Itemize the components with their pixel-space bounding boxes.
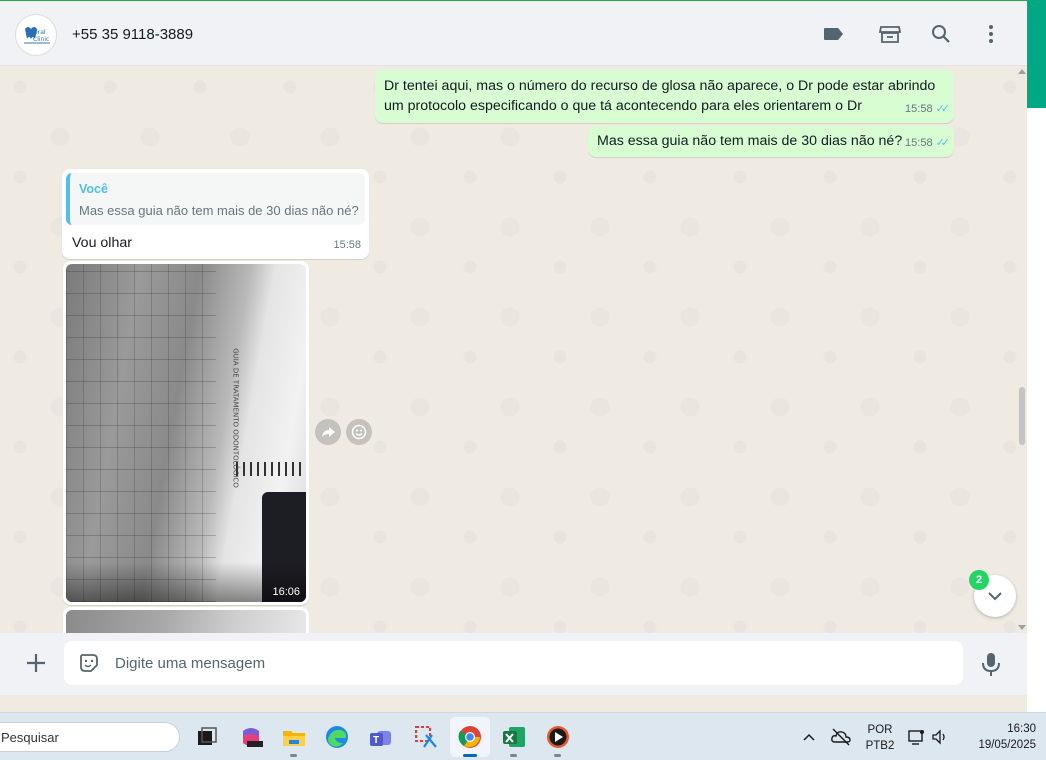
message-time: 15:58: [905, 137, 933, 149]
catalog-icon[interactable]: [878, 22, 902, 46]
avatar[interactable]: Oral Clinic: [15, 14, 57, 56]
message-input-placeholder[interactable]: Digite uma mensagem: [115, 655, 265, 672]
react-button[interactable]: [346, 419, 372, 445]
label-icon[interactable]: [821, 22, 845, 46]
message-text: um protocolo especificando o que tá acon…: [384, 98, 862, 114]
svg-text:T: T: [373, 735, 379, 746]
read-ticks-icon: ✓✓: [935, 103, 951, 115]
message-composer: Digite uma mensagem: [0, 633, 1027, 695]
forward-icon: [322, 427, 335, 437]
clock-date[interactable]: 19/05/2025: [958, 739, 1036, 751]
message-outgoing[interactable]: Dr tentei aqui, mas o número do recurso …: [375, 70, 954, 123]
message-outgoing[interactable]: Mas essa guia não tem mais de 30 dias nã…: [588, 126, 954, 157]
windows-taskbar: Pesquisar T POR PTB2 16:30 19/05/2025: [0, 712, 1046, 760]
task-view-icon[interactable]: [193, 723, 221, 751]
message-time: 15:58: [333, 239, 361, 251]
app-running-indicator: [510, 754, 517, 757]
read-ticks-icon: ✓✓: [935, 137, 951, 149]
message-meta: 15:58: [333, 236, 361, 255]
emoji-icon: [351, 424, 367, 440]
file-explorer-icon[interactable]: [280, 723, 308, 751]
microphone-icon: [982, 653, 1000, 676]
snipping-tool-icon[interactable]: [412, 723, 440, 751]
sticker-icon: [80, 654, 98, 672]
contact-name[interactable]: +55 35 9118-3889: [72, 26, 193, 43]
scroll-up-arrow-icon[interactable]: [1018, 69, 1026, 74]
app-running-indicator: [554, 754, 561, 757]
message-time: 16:06: [272, 586, 300, 598]
message-meta: 15:58 ✓✓: [905, 100, 951, 119]
show-hidden-icons-icon[interactable]: [799, 727, 819, 747]
teams-icon[interactable]: T: [367, 723, 395, 751]
message-text: Dr tentei aqui, mas o número do recurso …: [384, 78, 936, 94]
menu-icon[interactable]: [979, 22, 1003, 46]
message-text: Mas essa guia não tem mais de 30 dias nã…: [597, 133, 903, 149]
image-thumbnail[interactable]: [66, 610, 306, 633]
volume-icon[interactable]: [930, 727, 950, 747]
search-icon[interactable]: [929, 22, 953, 46]
keyboard-layout-indicator[interactable]: PTB2: [860, 740, 900, 752]
attach-button[interactable]: [24, 651, 48, 675]
whatsapp-window: Oral Clinic +55 35 9118-3889 Dr tentei a…: [0, 0, 1027, 695]
document-lines: [66, 264, 216, 602]
forward-button[interactable]: [315, 419, 341, 445]
chat-scrollbar[interactable]: [1016, 67, 1027, 633]
plus-icon: [27, 654, 45, 672]
message-list[interactable]: Dr tentei aqui, mas o número do recurso …: [0, 67, 1027, 633]
voice-message-button[interactable]: [980, 651, 1002, 677]
quote-text: Mas essa guia não tem mais de 30 dias nã…: [79, 203, 359, 218]
scroll-thumb[interactable]: [1019, 387, 1025, 445]
edge-icon[interactable]: [323, 723, 351, 751]
avatar-logo-text: Oral Clinic: [33, 29, 50, 43]
quote-author: Você: [79, 182, 108, 196]
background-window-accent: [1027, 0, 1046, 108]
excel-icon[interactable]: [500, 723, 528, 751]
language-indicator[interactable]: POR: [860, 724, 900, 736]
message-meta: 15:58 ✓✓: [905, 134, 951, 153]
message-text: Vou olhar: [72, 235, 132, 251]
network-icon[interactable]: [906, 727, 926, 747]
microsoft-365-icon[interactable]: [237, 723, 265, 751]
notebook-spiral: [236, 462, 306, 476]
app-running-indicator: [290, 754, 297, 757]
chat-header[interactable]: Oral Clinic +55 35 9118-3889: [0, 2, 1027, 66]
quoted-message[interactable]: Você Mas essa guia não tem mais de 30 di…: [66, 173, 365, 225]
media-player-icon[interactable]: [544, 723, 572, 751]
message-image[interactable]: GUIA DE TRATAMENTO ODONTOLÓGICO 16:06: [63, 261, 309, 605]
message-incoming[interactable]: Você Mas essa guia não tem mais de 30 di…: [62, 169, 369, 259]
chrome-icon[interactable]: [456, 723, 484, 751]
onedrive-offline-icon[interactable]: [830, 726, 852, 748]
message-image[interactable]: [63, 607, 309, 633]
background-window-edge: [1027, 0, 1046, 712]
clock-time[interactable]: 16:30: [958, 723, 1036, 735]
image-fade: [66, 562, 306, 602]
image-thumbnail[interactable]: GUIA DE TRATAMENTO ODONTOLÓGICO 16:06: [66, 264, 306, 602]
scroll-down-arrow-icon[interactable]: [1018, 625, 1026, 630]
app-active-indicator: [463, 754, 477, 757]
unread-badge: 2: [969, 570, 989, 590]
taskbar-search-placeholder[interactable]: Pesquisar: [1, 730, 59, 745]
message-time: 15:58: [905, 103, 933, 115]
taskbar-search[interactable]: Pesquisar: [0, 722, 180, 752]
sticker-button[interactable]: [78, 652, 100, 674]
chevron-down-icon: [988, 592, 1002, 601]
